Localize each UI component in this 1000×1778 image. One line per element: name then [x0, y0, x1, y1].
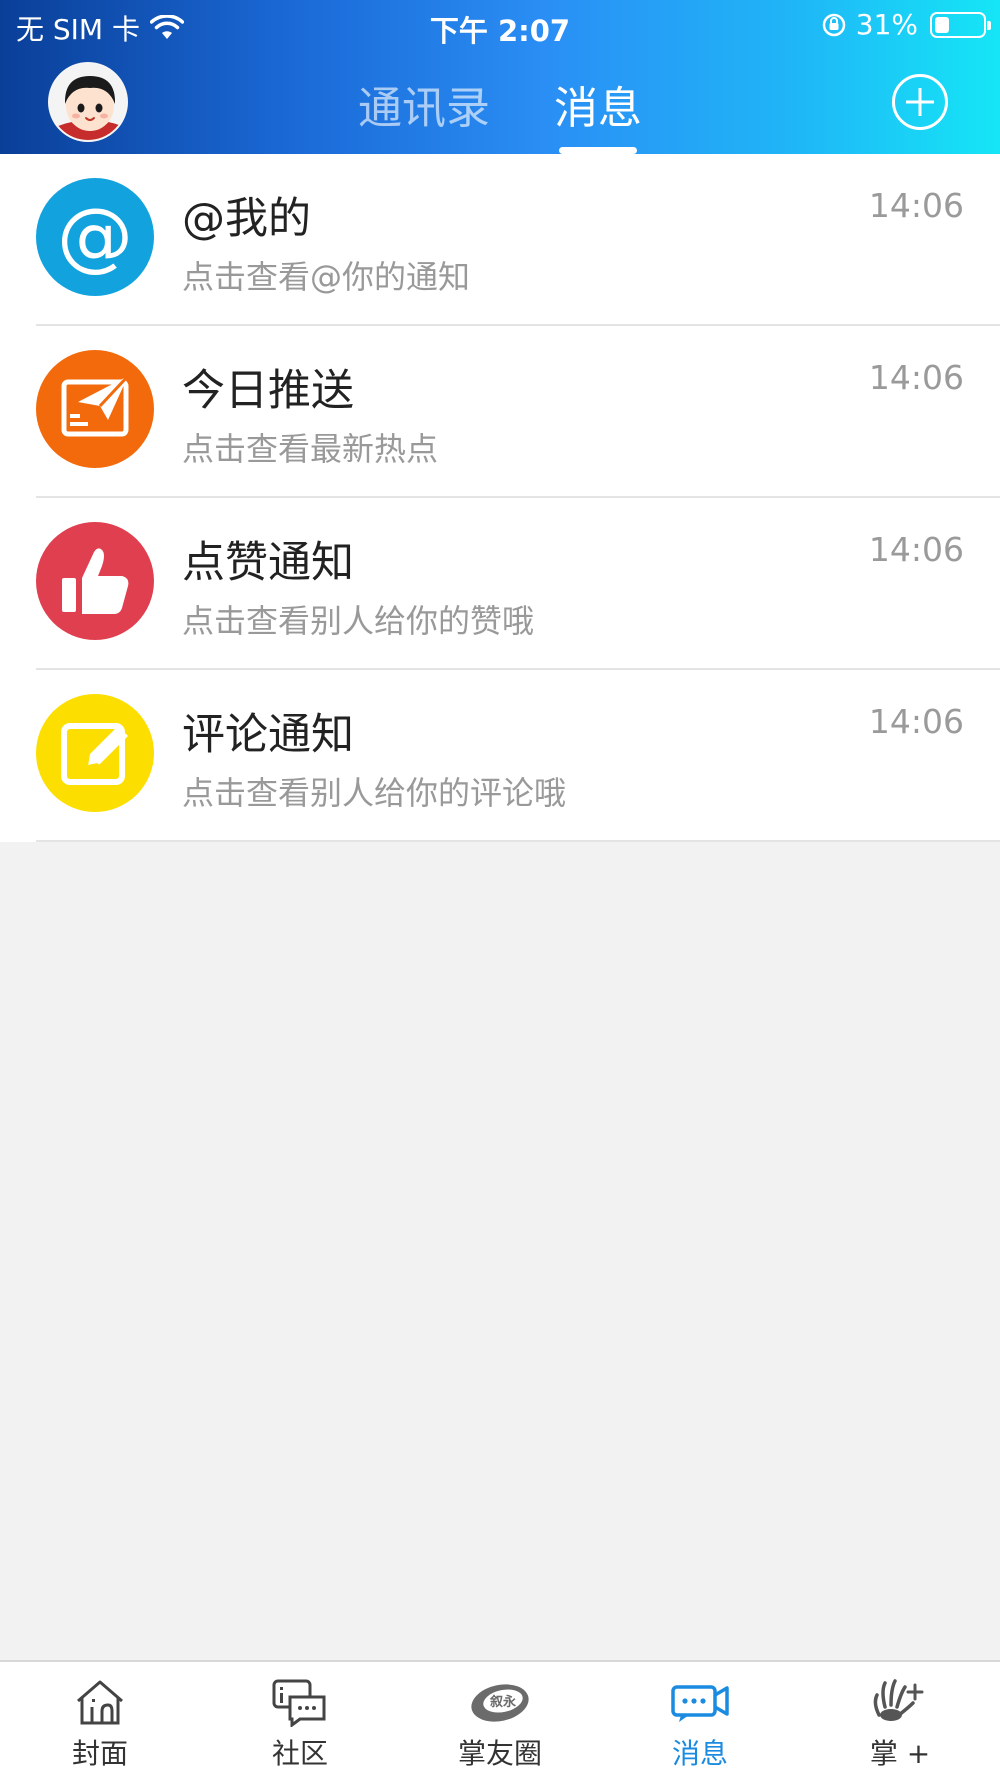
- message-video-icon: [669, 1676, 731, 1728]
- item-time: 14:06: [868, 530, 964, 569]
- community-chat-icon: [269, 1676, 331, 1728]
- item-subtitle: 点击查看别人给你的评论哦: [182, 774, 567, 812]
- item-time: 14:06: [868, 186, 964, 225]
- battery-icon: [930, 11, 991, 38]
- item-title: @我的: [182, 194, 311, 244]
- list-item-likes[interactable]: 点赞通知 点击查看别人给你的赞哦 14:06: [0, 498, 1000, 670]
- list-item-at-me[interactable]: @ @我的 点击查看@你的通知 14:06: [0, 154, 1000, 326]
- tab-community[interactable]: 社区: [200, 1662, 400, 1778]
- svg-text:@: @: [57, 191, 133, 280]
- item-title: 今日推送: [182, 366, 354, 416]
- divider: [36, 840, 1000, 842]
- tab-contacts[interactable]: 通讯录: [354, 72, 494, 142]
- tab-contacts-label: 通讯录: [358, 83, 490, 134]
- top-header: 无 SIM 卡 下午 2:07 31% 通讯录 消息: [0, 0, 1000, 154]
- at-icon: @: [36, 178, 154, 296]
- tab-label: 掌 +: [869, 1737, 931, 1770]
- list-item-today-push[interactable]: 今日推送 点击查看最新热点 14:06: [0, 326, 1000, 498]
- palm-plus-icon: [869, 1676, 931, 1728]
- rotation-lock-icon: [822, 13, 846, 36]
- item-title: 评论通知: [182, 710, 354, 760]
- tab-messages[interactable]: 消息: [550, 72, 646, 154]
- paper-plane-icon: [36, 350, 154, 468]
- tab-messages-label: 消息: [554, 83, 642, 134]
- tab-label: 消息: [671, 1737, 728, 1770]
- header-tabs: 通讯录 消息: [0, 72, 1000, 154]
- item-time: 14:06: [868, 702, 964, 741]
- tab-label: 封面: [71, 1737, 128, 1770]
- list-item-comments[interactable]: 评论通知 点击查看别人给你的评论哦 14:06: [0, 670, 1000, 842]
- item-subtitle: 点击查看@你的通知: [182, 258, 471, 296]
- tab-palm-plus[interactable]: 掌 +: [800, 1662, 1000, 1778]
- battery-percent: 31%: [855, 8, 918, 41]
- item-subtitle: 点击查看最新热点: [182, 430, 439, 468]
- tab-label: 掌友圈: [457, 1737, 542, 1770]
- bottom-tabbar: 封面 社区 叙永 掌友圈 消息 掌 +: [0, 1660, 1000, 1778]
- edit-icon: [36, 694, 154, 812]
- status-bar: 无 SIM 卡 下午 2:07 31%: [0, 0, 1000, 52]
- friends-circle-logo-icon: 叙永: [469, 1676, 531, 1728]
- tab-underline: [559, 147, 637, 154]
- thumbs-up-icon: [36, 522, 154, 640]
- item-subtitle: 点击查看别人给你的赞哦: [182, 602, 535, 640]
- tab-friends-circle[interactable]: 叙永 掌友圈: [400, 1662, 600, 1778]
- tab-label: 社区: [271, 1737, 328, 1770]
- message-list: @ @我的 点击查看@你的通知 14:06 今日推送 点击查看最新热点 14:0…: [0, 154, 1000, 842]
- home-icon: [69, 1676, 131, 1728]
- item-time: 14:06: [868, 358, 964, 397]
- svg-text:叙永: 叙永: [490, 1694, 517, 1710]
- tab-messages-bottom[interactable]: 消息: [600, 1662, 800, 1778]
- battery-level: [935, 16, 949, 33]
- tab-cover[interactable]: 封面: [0, 1662, 200, 1778]
- item-title: 点赞通知: [182, 538, 354, 588]
- add-button[interactable]: [892, 74, 948, 130]
